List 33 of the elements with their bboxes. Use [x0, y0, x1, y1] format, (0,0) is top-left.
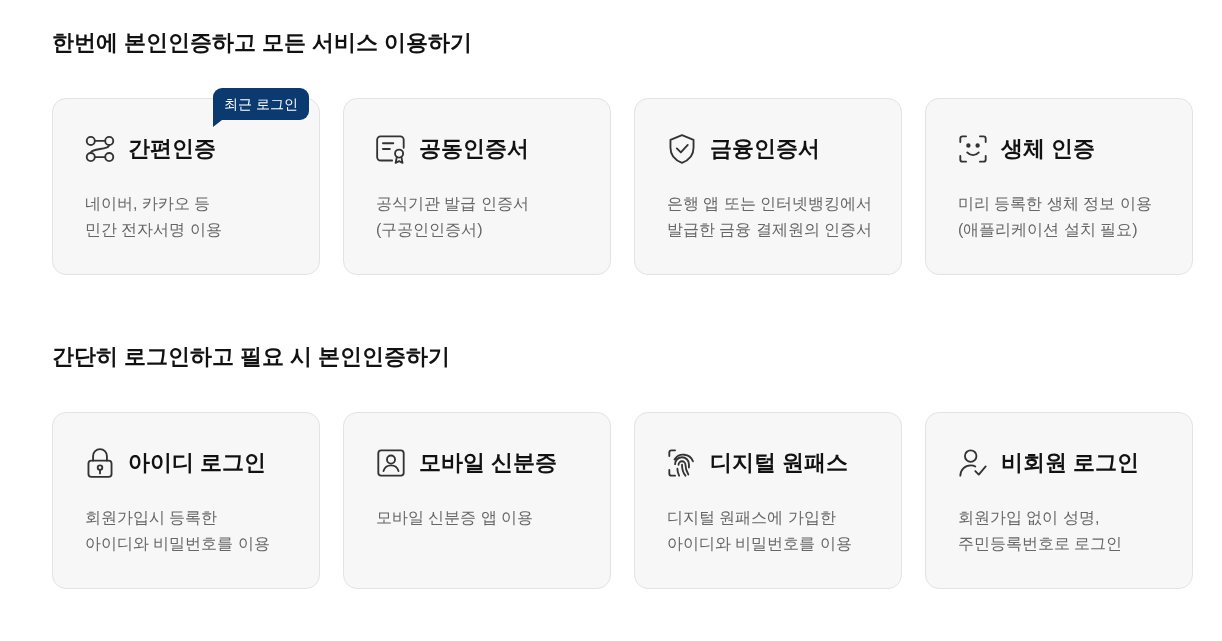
card-description: 모바일 신분증 앱 이용 — [376, 508, 534, 528]
card-description: 회원가입 없이 성명, 주민등록번호로 로그인 — [958, 508, 1123, 554]
certificate-icon — [376, 134, 406, 164]
auth-option-card[interactable]: 아이디 로그인 회원가입시 등록한 아이디와 비밀번호를 이용 — [52, 412, 320, 589]
auth-option-card[interactable]: 디지털 원패스 디지털 원패스에 가입한 아이디와 비밀번호를 이용 — [634, 412, 902, 589]
auth-option-card[interactable]: 생체 인증 미리 등록한 생체 정보 이용 (애플리케이션 설치 필요) — [925, 98, 1193, 275]
card-description: 공식기관 발급 인증서 (구공인인증서) — [376, 194, 529, 240]
card-description: 디지털 원패스에 가입한 아이디와 비밀번호를 이용 — [667, 508, 852, 554]
padlock-icon — [85, 448, 115, 478]
card-title: 간편인증 — [128, 135, 216, 163]
card-title: 금융인증서 — [710, 135, 820, 163]
card-title: 비회원 로그인 — [1001, 449, 1140, 477]
card-description: 미리 등록한 생체 정보 이용 (애플리케이션 설치 필요) — [958, 194, 1152, 240]
auth-option-card[interactable]: 공동인증서 공식기관 발급 인증서 (구공인인증서) — [343, 98, 611, 275]
section-heading: 한번에 본인인증하고 모든 서비스 이용하기 — [52, 29, 474, 57]
auth-option-card[interactable]: 금융인증서 은행 앱 또는 인터넷뱅킹에서 발급한 금융 결제원의 인증서 — [634, 98, 902, 275]
person-card-icon — [376, 448, 406, 478]
shield-check-icon — [667, 134, 697, 164]
card-title: 모바일 신분증 — [419, 449, 558, 477]
card-description: 네이버, 카카오 등 민간 전자서명 이용 — [85, 194, 222, 240]
card-title: 공동인증서 — [419, 135, 529, 163]
card-description: 은행 앱 또는 인터넷뱅킹에서 발급한 금융 결제원의 인증서 — [667, 194, 873, 240]
card-title: 아이디 로그인 — [128, 449, 267, 477]
person-check-icon — [958, 448, 988, 478]
card-title: 생체 인증 — [1001, 135, 1096, 163]
section-heading: 간단히 로그인하고 필요 시 본인인증하기 — [52, 343, 452, 371]
card-description: 회원가입시 등록한 아이디와 비밀번호를 이용 — [85, 508, 270, 554]
face-scan-icon — [958, 134, 988, 164]
card-title: 디지털 원패스 — [710, 449, 849, 477]
fingerprint-scan-icon — [667, 448, 697, 478]
nodes-icon — [85, 134, 115, 164]
auth-option-card[interactable]: 모바일 신분증 모바일 신분증 앱 이용 — [343, 412, 611, 589]
auth-option-card[interactable]: 비회원 로그인 회원가입 없이 성명, 주민등록번호로 로그인 — [925, 412, 1193, 589]
